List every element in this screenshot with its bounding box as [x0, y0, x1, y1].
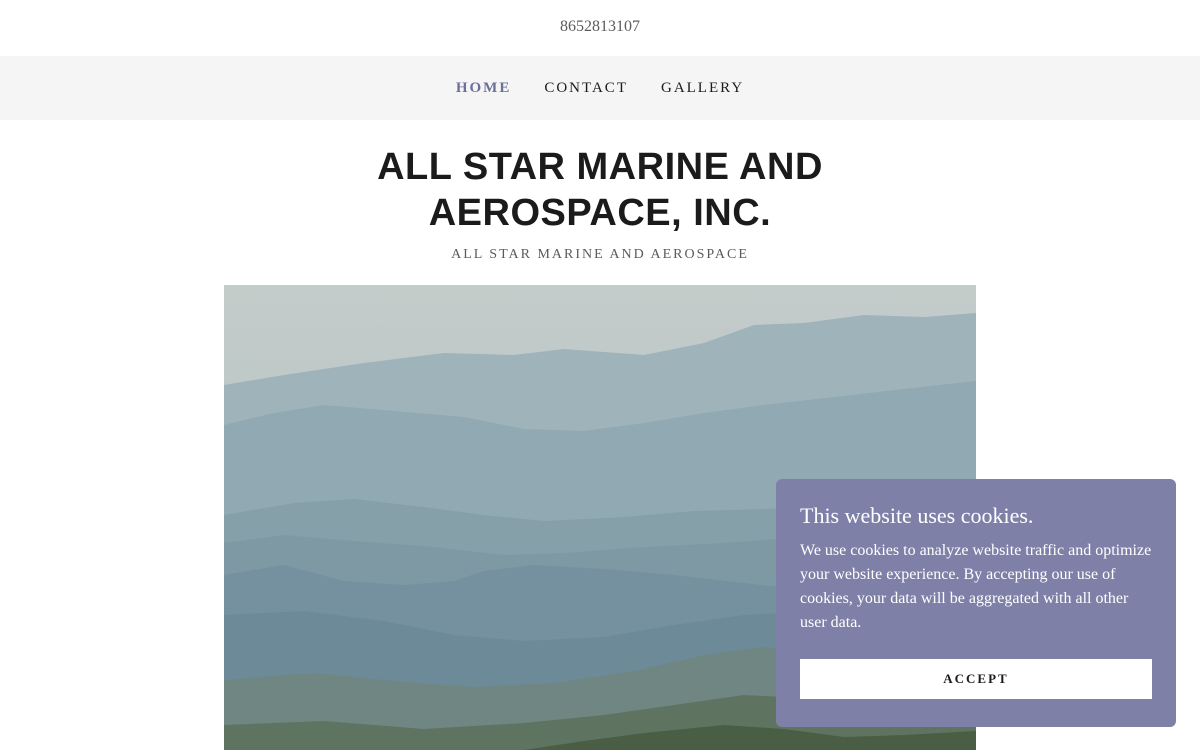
- phone-link[interactable]: 8652813107: [560, 18, 640, 36]
- nav-item-gallery[interactable]: GALLERY: [661, 80, 744, 97]
- nav-item-home[interactable]: HOME: [456, 80, 512, 97]
- top-bar: 8652813107: [0, 0, 1200, 56]
- page: 8652813107 HOME CONTACT GALLERY ALL STAR…: [0, 0, 1200, 750]
- accept-cookies-button[interactable]: ACCEPT: [800, 659, 1152, 699]
- cookie-banner-text: We use cookies to analyze website traffi…: [800, 542, 1152, 631]
- page-title: ALL STAR MARINE AND AEROSPACE, INC.: [377, 146, 823, 234]
- cookie-banner: This website uses cookies. We use cookie…: [776, 479, 1176, 727]
- page-tagline: ALL STAR MARINE AND AEROSPACE: [451, 247, 749, 262]
- nav-item-contact[interactable]: CONTACT: [544, 80, 628, 97]
- cookie-banner-title: This website uses cookies.: [800, 503, 1034, 528]
- main-nav: HOME CONTACT GALLERY: [0, 56, 1200, 120]
